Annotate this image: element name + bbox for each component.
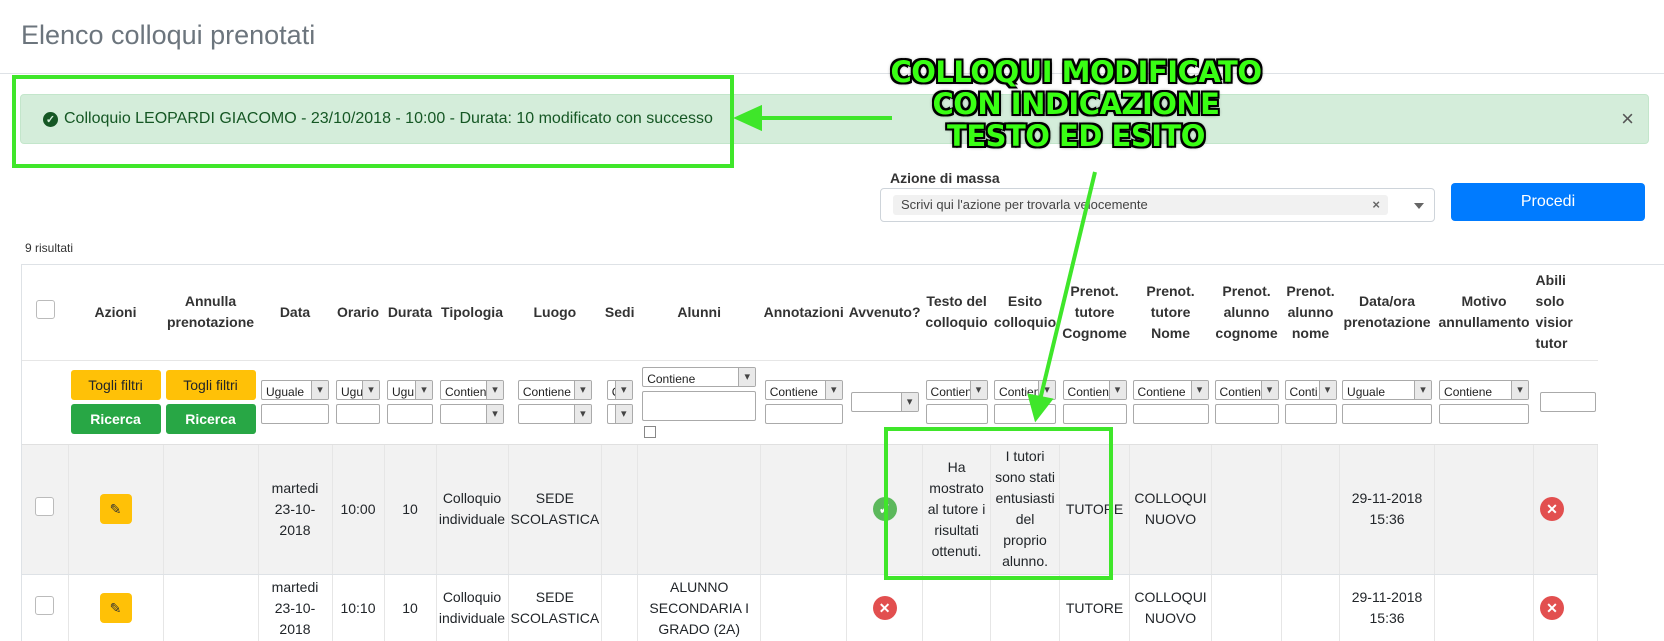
annotation-arrow-down (1027, 171, 1097, 423)
annotation-arrows (733, 104, 1097, 423)
annotation-arrow-left (733, 104, 892, 132)
